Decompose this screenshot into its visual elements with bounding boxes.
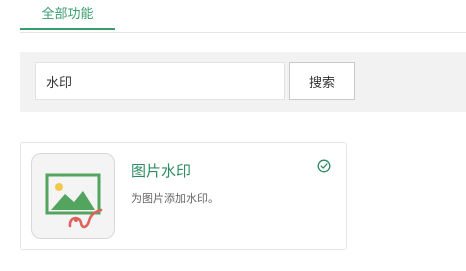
tab-bar: 全部功能 <box>20 0 466 33</box>
image-watermark-graphic <box>45 173 103 229</box>
tab-all-features[interactable]: 全部功能 <box>20 0 115 30</box>
plugin-description: 为图片添加水印。 <box>131 192 219 205</box>
search-button[interactable]: 搜索 <box>289 62 355 100</box>
search-panel: 搜索 <box>20 52 466 112</box>
check-circle-icon[interactable] <box>317 159 331 173</box>
image-watermark-icon <box>31 153 115 239</box>
search-input[interactable] <box>35 62 285 100</box>
plugin-title: 图片水印 <box>131 162 192 180</box>
plugin-card[interactable]: 图片水印 为图片添加水印。 <box>20 142 347 250</box>
